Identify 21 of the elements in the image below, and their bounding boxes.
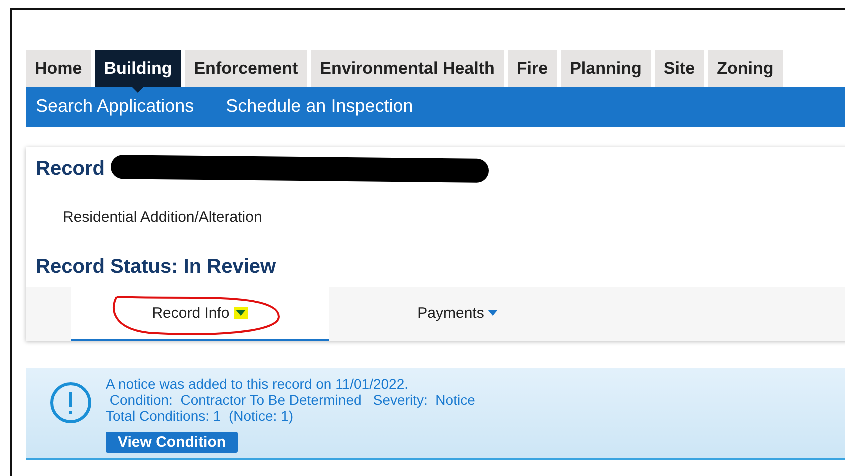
nav-tab[interactable]: Site [654,50,704,87]
record-tab[interactable]: Record Info [71,287,329,341]
caret-icon [236,310,246,316]
caret-icon [488,310,498,316]
notice-text: Total Conditions: 1 (Notice: 1) [106,408,295,424]
record-type: Residential Addition/Alteration [63,209,264,226]
record-tab[interactable]: Payments [329,287,587,341]
nav-tab[interactable]: Planning [561,50,651,87]
nav-tab[interactable]: Fire [508,50,558,87]
view-condition-button[interactable]: View Condition [106,432,238,453]
nav-tab[interactable]: Zoning [708,50,783,87]
record-status: Record Status: In Review [36,256,278,279]
record-title: Record [36,158,105,180]
subnav-link[interactable]: Schedule an Inspection [226,96,414,117]
subnav-link[interactable]: Search Applications [36,96,194,117]
nav-tab[interactable]: Home [26,50,92,87]
notice-text: A notice was added to this record on 11/01/2022. [106,376,410,392]
notice-text: Condition: Contractor To Be Determined Severity: Notice [108,392,476,408]
nav-tab[interactable]: Enforcement [185,50,308,87]
info-icon [50,382,92,424]
nav-tab[interactable]: Environmental Health [311,50,504,87]
